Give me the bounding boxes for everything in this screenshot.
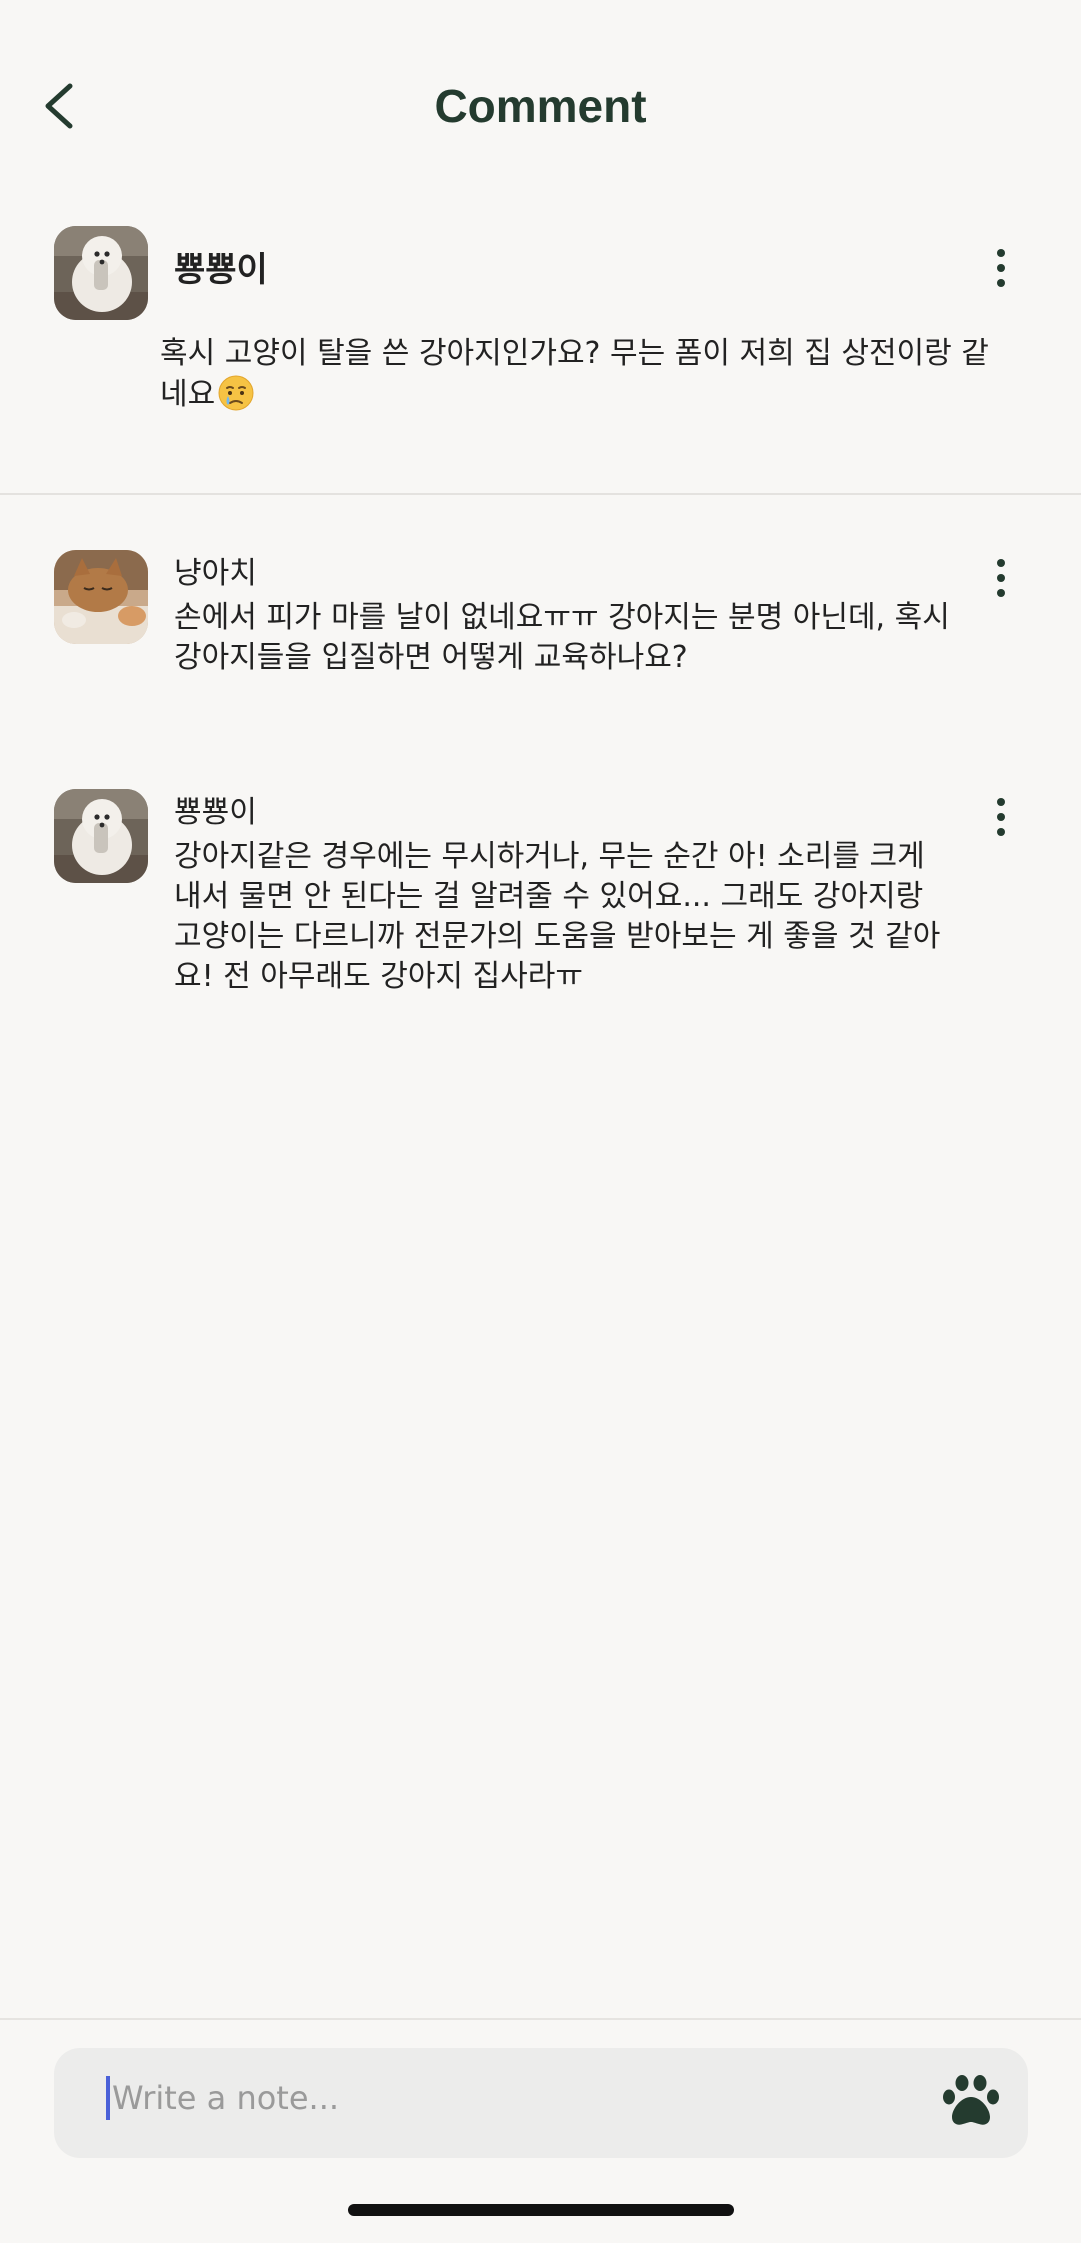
comment-more-button[interactable] <box>981 789 1021 845</box>
post-body-text: 혹시 고양이 탈을 쓴 강아지인가요? 무는 폼이 저희 집 상전이랑 같네요 <box>160 336 989 412</box>
comment-text: 손에서 피가 마를 날이 없네요ㅠㅠ 강아지는 분명 아닌데, 혹시 강아지들을… <box>174 600 950 675</box>
comment-author-name[interactable]: 냥아치 <box>174 554 257 594</box>
composer-divider <box>0 2018 1081 2020</box>
text-caret <box>106 2076 110 2120</box>
dog-photo-avatar <box>54 789 148 883</box>
note-input[interactable] <box>112 2070 912 2126</box>
page-title: Comment <box>434 80 647 132</box>
paw-icon <box>943 2075 999 2125</box>
more-vertical-icon <box>997 249 1005 287</box>
post-body: 혹시 고양이 탈을 쓴 강아지인가요? 무는 폼이 저희 집 상전이랑 같네요 <box>160 334 1000 415</box>
more-vertical-icon <box>997 559 1005 597</box>
home-indicator <box>348 2204 734 2216</box>
more-vertical-icon <box>997 798 1005 836</box>
crying-face-emoji <box>217 374 255 412</box>
post-more-button[interactable] <box>981 240 1021 296</box>
comment-more-button[interactable] <box>981 550 1021 606</box>
comment-text: 강아지같은 경우에는 무시하거나, 무는 순간 아! 소리를 크게 내서 물면 … <box>174 839 941 994</box>
avatar[interactable] <box>54 789 148 883</box>
avatar[interactable] <box>54 550 148 644</box>
send-button[interactable] <box>941 2073 1001 2129</box>
comment-item: 냥아치 손에서 피가 마를 날이 없네요ㅠㅠ 강아지는 분명 아닌데, 혹시 강… <box>0 550 1081 690</box>
comment-author-name[interactable]: 뿅뿅이 <box>174 793 257 833</box>
comment-composer <box>54 2048 1028 2158</box>
header: Comment <box>0 0 1081 210</box>
original-post: 뿅뿅이 혹시 고양이 탈을 쓴 강아지인가요? 무는 폼이 저희 집 상전이랑 … <box>0 210 1081 494</box>
post-author-name[interactable]: 뿅뿅이 <box>174 248 268 292</box>
comment-item: 뿅뿅이 강아지같은 경우에는 무시하거나, 무는 순간 아! 소리를 크게 내서… <box>0 789 1081 1009</box>
post-divider <box>0 493 1081 495</box>
avatar[interactable] <box>54 226 148 320</box>
dog-photo-avatar <box>54 226 148 320</box>
cat-photo-avatar <box>54 550 148 644</box>
